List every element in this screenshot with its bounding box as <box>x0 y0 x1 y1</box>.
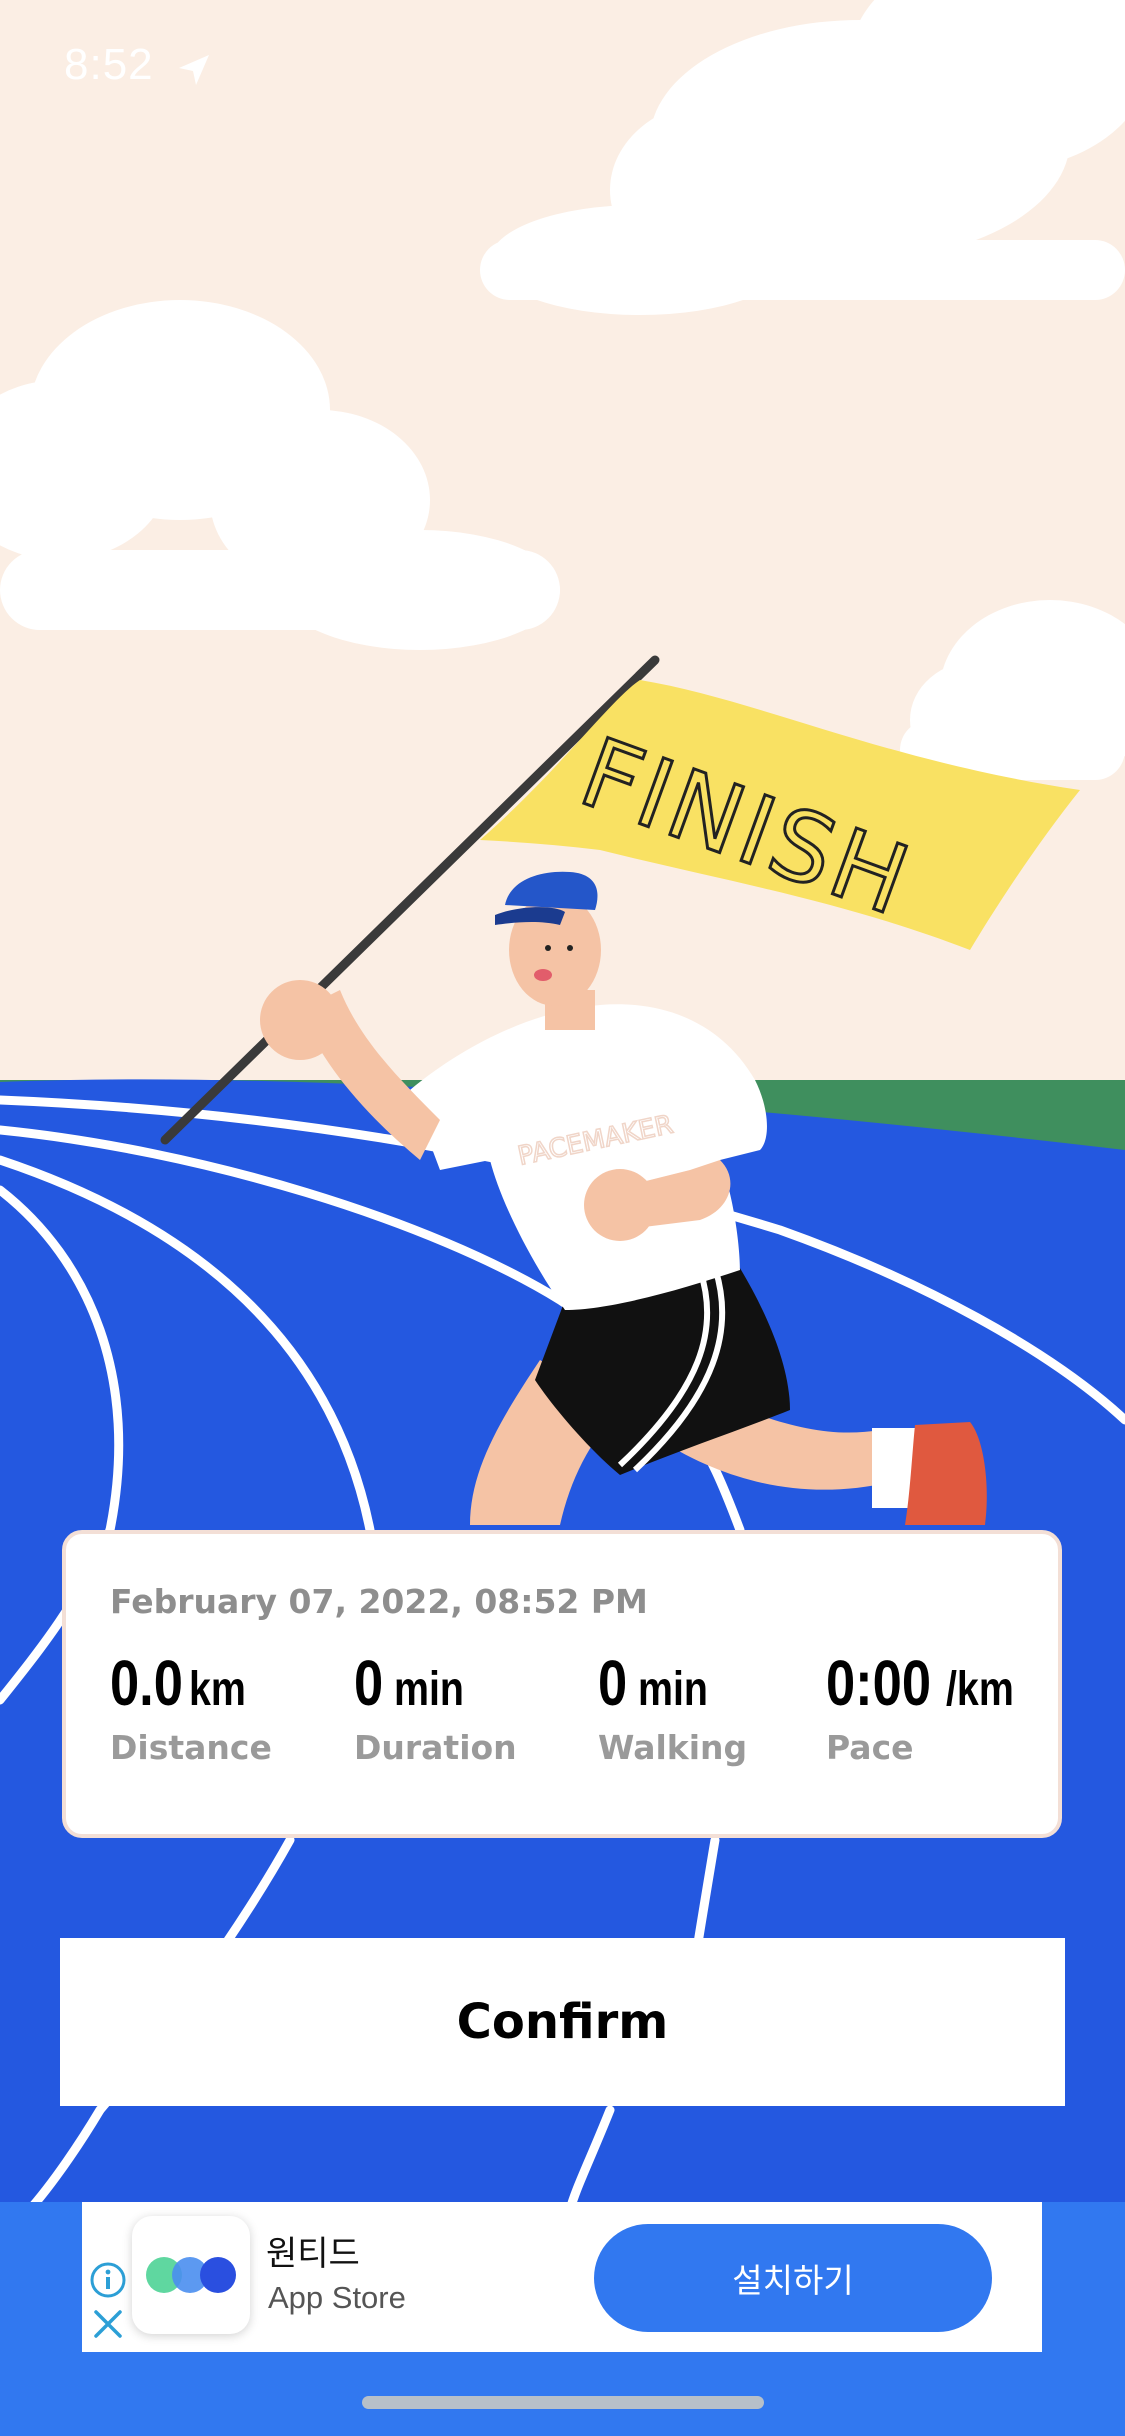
stat-distance: 0.0 km Distance <box>110 1646 272 1767</box>
stat-distance-label: Distance <box>110 1728 272 1767</box>
stat-distance-value-row: 0.0 km <box>110 1646 272 1720</box>
info-icon[interactable] <box>88 2260 128 2300</box>
ad-store-name: App Store <box>268 2280 406 2315</box>
stat-distance-value: 0.0 <box>110 1647 183 1719</box>
run-summary-card: February 07, 2022, 08:52 PM 0.0 km Dista… <box>62 1530 1062 1838</box>
stat-duration-value-row: 0 min <box>354 1646 517 1720</box>
stat-pace-label: Pace <box>826 1728 914 1767</box>
location-arrow-icon <box>179 55 209 85</box>
stat-duration-unit: min <box>393 1663 464 1716</box>
stat-duration-value: 0 <box>354 1647 384 1719</box>
stat-walking-value-row: 0 min <box>598 1646 747 1720</box>
home-indicator[interactable] <box>362 2396 764 2409</box>
stat-pace-value: 0:00 <box>826 1647 932 1719</box>
stat-pace: 0:00 /km Pace <box>826 1646 1029 1767</box>
confirm-button[interactable]: Confirm <box>60 1938 1065 2106</box>
stat-pace-value-row: 0:00 /km <box>826 1646 1029 1720</box>
status-bar: 8:52 <box>0 0 1125 140</box>
install-button[interactable]: 설치하기 <box>594 2224 992 2332</box>
ad-app-name[interactable]: 원티드 <box>266 2226 360 2275</box>
stat-duration-label: Duration <box>354 1728 517 1767</box>
stat-walking: 0 min Walking <box>598 1646 747 1767</box>
wanted-logo-icon <box>146 2257 236 2293</box>
stat-pace-unit: /km <box>946 1663 1014 1716</box>
stat-walking-label: Walking <box>598 1728 748 1767</box>
ad-app-icon[interactable] <box>132 2216 250 2334</box>
stat-walking-value: 0 <box>598 1647 628 1719</box>
run-date: February 07, 2022, 08:52 PM <box>110 1582 648 1621</box>
stat-distance-unit: km <box>188 1663 246 1716</box>
stat-walking-unit: min <box>637 1663 708 1716</box>
ad-banner[interactable]: 원티드 App Store 설치하기 <box>82 2202 1042 2352</box>
stat-duration: 0 min Duration <box>354 1646 517 1767</box>
close-icon[interactable] <box>90 2306 126 2342</box>
status-time: 8:52 <box>64 40 154 89</box>
